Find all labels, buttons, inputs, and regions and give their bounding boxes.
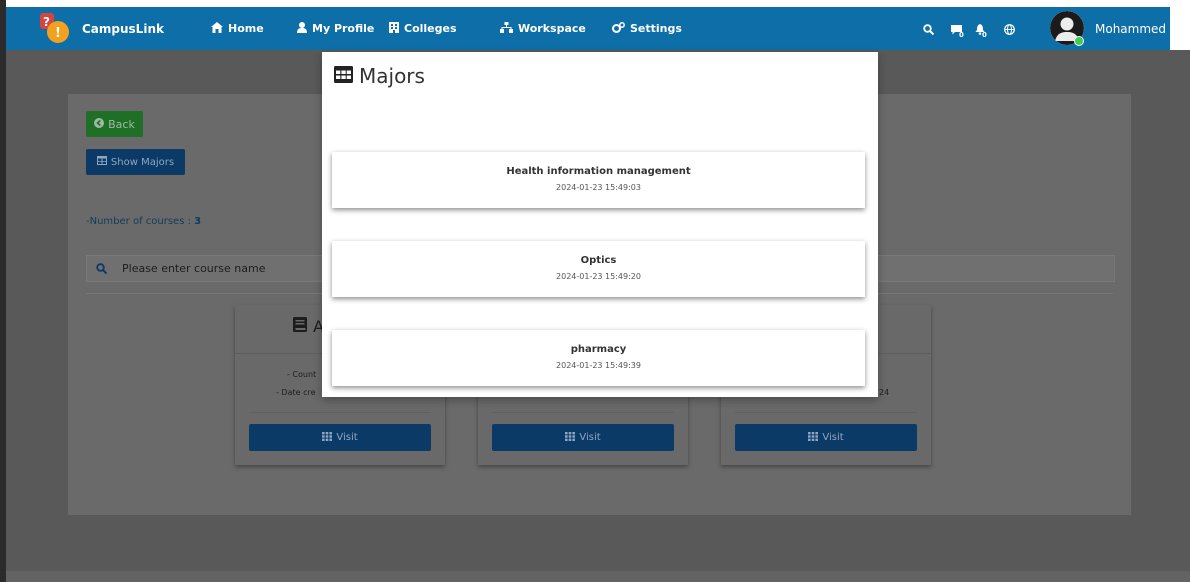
show-majors-button[interactable]: Show Majors — [86, 149, 185, 175]
course-count-line: - Count — [287, 370, 317, 379]
show-majors-label: Show Majors — [110, 156, 175, 168]
table-icon — [334, 64, 353, 88]
visit-button[interactable]: Visit — [735, 424, 917, 451]
building-icon — [389, 21, 399, 36]
svg-text:!: ! — [55, 26, 61, 41]
nav-workspace-label: Workspace — [518, 22, 586, 35]
back-button-label: Back — [108, 117, 135, 131]
course-date-line: - Date cre — [276, 388, 316, 397]
table-icon — [96, 156, 107, 168]
courses-count-value: 3 — [194, 216, 202, 227]
modal-title-text: Majors — [359, 64, 425, 88]
circle-arrow-left-icon — [94, 117, 105, 131]
majors-modal: Majors Health information management 202… — [322, 52, 878, 397]
courses-count-text: -Number of courses : 3 — [86, 216, 201, 227]
gears-icon — [612, 21, 625, 36]
courses-count-label: -Number of courses : — [86, 216, 195, 227]
search-icon[interactable] — [87, 256, 116, 281]
username-label[interactable]: Mohammed — [1095, 7, 1166, 50]
card-divider — [492, 412, 674, 413]
nav-workspace[interactable]: Workspace — [500, 7, 586, 50]
major-date: 2024-01-23 15:49:20 — [556, 272, 641, 281]
nav-colleges[interactable]: Colleges — [389, 7, 457, 50]
home-icon — [211, 21, 223, 36]
nav-home[interactable]: Home — [211, 7, 264, 50]
brand-name[interactable]: CampusLink — [82, 7, 164, 50]
nav-my-profile[interactable]: My Profile — [297, 7, 374, 50]
grid-icon — [565, 431, 576, 444]
window-top-edge — [0, 0, 1190, 7]
major-date: 2024-01-23 15:49:39 — [556, 361, 641, 370]
major-name: Optics — [580, 255, 617, 266]
book-icon — [293, 317, 307, 336]
major-date: 2024-01-23 15:49:03 — [556, 183, 641, 192]
course-date-line: 24 — [879, 388, 890, 397]
visit-label: Visit — [579, 432, 601, 443]
major-name: Health information management — [506, 166, 691, 177]
search-icon[interactable] — [920, 21, 936, 37]
visit-label: Visit — [822, 432, 844, 443]
card-divider — [249, 412, 431, 413]
nav-home-label: Home — [228, 22, 264, 35]
nav-settings-label: Settings — [630, 22, 682, 35]
notifications-count-badge: 0 — [982, 31, 987, 39]
sitemap-icon — [500, 21, 513, 36]
grid-icon — [322, 431, 333, 444]
major-item[interactable]: pharmacy 2024-01-23 15:49:39 — [332, 330, 865, 386]
modal-title: Majors — [334, 64, 425, 88]
visit-label: Visit — [336, 432, 358, 443]
top-navbar: ? ! CampusLink Home My Profile Colleges … — [6, 7, 1170, 50]
footer-strip — [6, 571, 1190, 582]
messages-count-badge: 0 — [959, 31, 964, 39]
nav-colleges-label: Colleges — [404, 22, 457, 35]
major-item[interactable]: Optics 2024-01-23 15:49:20 — [332, 241, 865, 297]
grid-icon — [808, 431, 819, 444]
major-item[interactable]: Health information management 2024-01-23… — [332, 152, 865, 208]
back-button[interactable]: Back — [86, 111, 143, 137]
nav-my-profile-label: My Profile — [312, 22, 375, 35]
user-icon — [297, 21, 307, 36]
nav-settings[interactable]: Settings — [612, 7, 682, 50]
globe-icon[interactable] — [1001, 21, 1017, 37]
course-title: A — [293, 317, 324, 336]
visit-button[interactable]: Visit — [492, 424, 674, 451]
major-name: pharmacy — [570, 344, 627, 355]
card-divider — [735, 412, 917, 413]
online-status-indicator — [1074, 36, 1084, 46]
brand-logo-icon[interactable]: ? ! — [40, 13, 70, 43]
visit-button[interactable]: Visit — [249, 424, 431, 451]
